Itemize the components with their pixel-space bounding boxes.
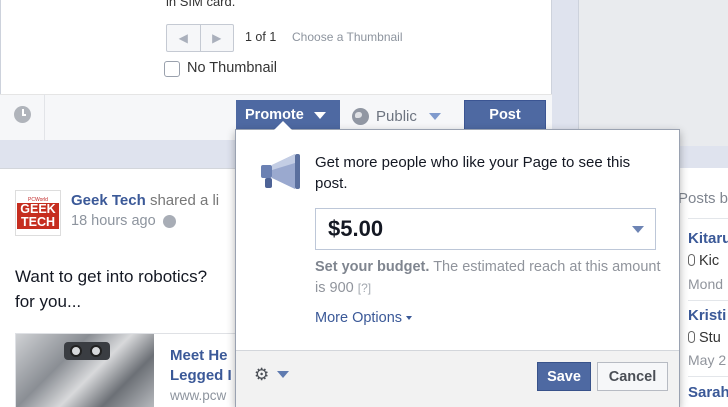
story-timestamp: 18 hours ago (71, 213, 176, 229)
promote-headline: Get more people who like your Page to se… (315, 154, 631, 192)
cancel-button[interactable]: Cancel (597, 362, 668, 391)
robot-eye (90, 345, 102, 357)
budget-help: Set your budget. The estimated reach at … (315, 257, 665, 299)
globe-icon (162, 214, 176, 228)
rail-title: Posts b (678, 190, 728, 207)
chevron-down-icon (277, 371, 290, 378)
right-rail-top (578, 0, 728, 146)
chevron-right-icon[interactable]: ▶ (199, 25, 234, 51)
help-link[interactable]: [?] (358, 281, 371, 295)
chevron-left-icon[interactable]: ◀ (167, 25, 200, 51)
page-name-link[interactable]: Geek Tech (71, 192, 146, 209)
no-thumbnail-label[interactable]: No Thumbnail (187, 60, 277, 76)
audience-label: Public (376, 107, 417, 125)
divider (44, 94, 45, 140)
robot-image (64, 342, 110, 360)
rail-item-detail: Stu (688, 330, 721, 346)
rail-item-name[interactable]: Kitaru (688, 230, 728, 247)
rail-item-name[interactable]: Kristi (688, 307, 726, 324)
no-thumbnail-checkbox[interactable] (164, 61, 180, 77)
choose-thumbnail-label: Choose a Thumbnail (292, 30, 403, 44)
robot-eye (70, 345, 82, 357)
divider (688, 376, 728, 377)
settings-menu-button[interactable]: ⚙ (254, 365, 290, 384)
gear-icon: ⚙ (254, 365, 270, 384)
timestamp-link[interactable]: 18 hours ago (71, 213, 156, 229)
story-message-line: for you... (15, 292, 82, 311)
story-action: shared a li (149, 192, 220, 209)
popover-arrow (274, 121, 292, 130)
rail-item-detail: Kic (688, 253, 719, 269)
save-button[interactable]: Save (537, 362, 591, 391)
divider (688, 218, 728, 219)
attachment-description: in SIM card. (166, 0, 236, 9)
post-button[interactable]: Post (464, 100, 546, 130)
link-thumbnail[interactable] (16, 334, 154, 407)
thumbnail-pager: ◀ ▶ (166, 24, 234, 52)
budget-select[interactable]: $5.00 (315, 208, 656, 250)
audience-selector[interactable]: Public (352, 103, 441, 129)
story-header: Geek Tech shared a li (71, 192, 219, 209)
budget-help-title: Set your budget. (315, 259, 430, 275)
chevron-down-icon (428, 112, 441, 120)
paperclip-icon (688, 331, 695, 343)
budget-value: $5.00 (328, 216, 384, 241)
chevron-down-icon (313, 111, 326, 119)
rail-item-name[interactable]: Sarah (688, 384, 728, 401)
clock-icon[interactable] (14, 106, 31, 123)
megaphone-icon (261, 154, 300, 189)
rail-item-date: May 2 (688, 352, 727, 368)
chevron-down-icon (632, 226, 644, 233)
more-options-label: More Options (315, 310, 403, 326)
story-message: Want to get into robotics? for you... (15, 264, 265, 314)
page-avatar[interactable]: PCWorld GEEK TECH (15, 190, 61, 236)
story-message-line: Want to get into robotics? (15, 267, 208, 286)
globe-icon (352, 107, 369, 125)
logo-text-line2: TECH (17, 216, 59, 229)
chevron-down-icon (406, 316, 413, 320)
divider (688, 300, 728, 301)
paperclip-icon (688, 254, 695, 266)
rail-item-date: Mond (688, 276, 724, 292)
thumbnail-count: 1 of 1 (245, 30, 277, 44)
more-options-link[interactable]: More Options (315, 310, 413, 326)
